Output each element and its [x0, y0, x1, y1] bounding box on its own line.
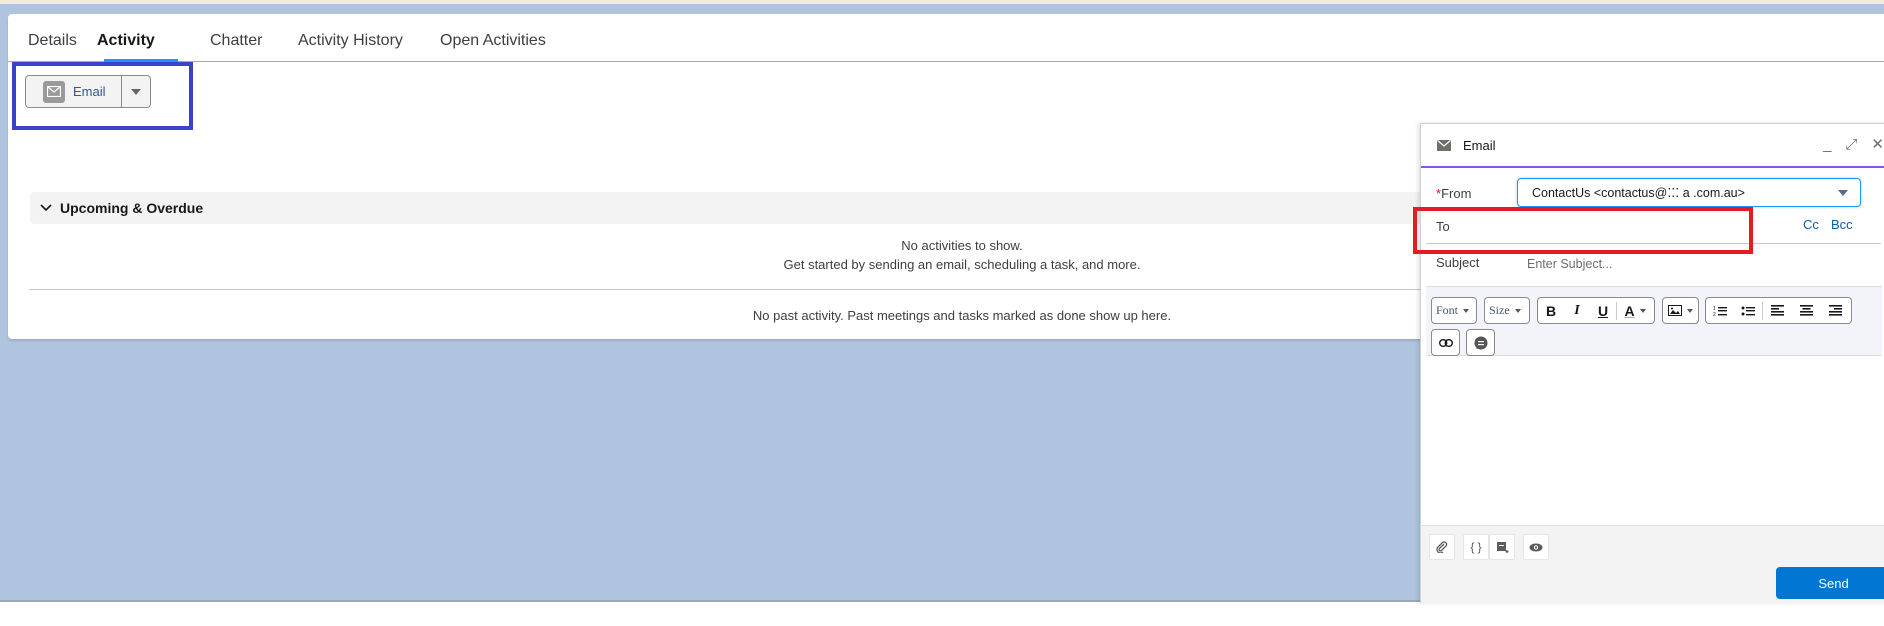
chevron-down-icon — [131, 88, 141, 95]
email-split-button: Email — [25, 75, 151, 108]
section-title: Upcoming & Overdue — [60, 200, 204, 216]
cc-link[interactable]: Cc — [1803, 217, 1819, 232]
email-icon — [43, 80, 65, 103]
chevron-down-icon — [1463, 308, 1470, 313]
email-icon — [1437, 139, 1451, 151]
svg-text:2: 2 — [1713, 312, 1716, 317]
chevron-down-icon — [40, 204, 52, 212]
chevron-down-icon — [1639, 308, 1646, 313]
expand-icon[interactable]: ⤢ — [1845, 136, 1857, 154]
from-label-text: From — [1441, 186, 1472, 201]
tab-activity-history[interactable]: Activity History — [298, 32, 403, 50]
numbered-list-icon[interactable]: 12 — [1706, 298, 1734, 323]
template-icon[interactable] — [1489, 534, 1515, 560]
link-icon — [1432, 330, 1459, 355]
subject-label: Subject — [1436, 255, 1480, 270]
image-icon — [1663, 298, 1698, 323]
composer-title: Email — [1463, 137, 1496, 153]
size-select[interactable]: Size — [1484, 297, 1530, 324]
format-group: B I U A — [1537, 297, 1655, 324]
send-button[interactable]: Send — [1776, 567, 1884, 599]
link-button[interactable] — [1431, 329, 1460, 356]
tab-chatter[interactable]: Chatter — [210, 32, 262, 50]
text-color-button[interactable]: A — [1617, 298, 1653, 323]
bulleted-list-icon[interactable] — [1734, 298, 1762, 323]
image-button[interactable] — [1662, 297, 1699, 324]
quick-text-button[interactable] — [1466, 329, 1495, 356]
tab-activity[interactable]: Activity — [97, 32, 155, 50]
chevron-down-icon — [1514, 308, 1521, 313]
text-color-label: A — [1624, 302, 1635, 319]
size-label: Size — [1489, 303, 1510, 317]
list-align-group: 12 — [1705, 297, 1852, 324]
preview-icon[interactable] — [1523, 534, 1549, 560]
email-body-editor[interactable] — [1426, 357, 1882, 523]
chevron-down-icon — [1687, 308, 1693, 313]
to-field[interactable] — [1451, 216, 1811, 240]
tab-details[interactable]: Details — [28, 32, 77, 50]
align-left-icon[interactable] — [1763, 298, 1792, 323]
underline-button[interactable]: U — [1590, 298, 1616, 323]
subject-field[interactable] — [1527, 254, 1867, 274]
record-tabs: Details Activity Chatter Activity Histor… — [8, 14, 1884, 62]
quick-text-icon — [1467, 330, 1494, 355]
attach-icon[interactable] — [1429, 534, 1455, 560]
bold-button[interactable]: B — [1538, 298, 1564, 323]
rich-text-toolbar: Font Size B I U A 12 — [1426, 286, 1882, 356]
active-tab-indicator — [104, 59, 178, 62]
tab-open-activities[interactable]: Open Activities — [440, 32, 546, 50]
email-button-label: Email — [73, 84, 106, 99]
chevron-down-icon — [1838, 190, 1848, 196]
composer-header: Email _ ⤢ ✕ — [1421, 124, 1884, 168]
font-select[interactable]: Font — [1431, 297, 1477, 324]
minimize-icon[interactable]: _ — [1823, 136, 1831, 154]
to-divider — [1426, 243, 1881, 244]
email-more-dropdown[interactable] — [122, 76, 150, 107]
to-label: To — [1436, 219, 1450, 234]
bcc-link[interactable]: Bcc — [1831, 217, 1853, 232]
merge-field-icon[interactable]: { } — [1463, 534, 1489, 560]
font-label: Font — [1436, 303, 1459, 317]
email-composer: Email _ ⤢ ✕ *From ContactUs <contactus@⁚… — [1420, 123, 1884, 604]
align-center-icon[interactable] — [1792, 298, 1821, 323]
composer-footer: { } Send — [1421, 525, 1884, 604]
email-button[interactable]: Email — [26, 76, 122, 107]
close-icon[interactable]: ✕ — [1871, 136, 1884, 154]
from-label: *From — [1436, 186, 1471, 201]
composer-actions: _ ⤢ ✕ — [1823, 136, 1884, 154]
from-select[interactable]: ContactUs <contactus@⁚⁚⁚ a .com.au> — [1517, 178, 1861, 207]
italic-button[interactable]: I — [1564, 298, 1590, 323]
align-right-icon[interactable] — [1821, 298, 1850, 323]
from-value: ContactUs <contactus@⁚⁚⁚ a .com.au> — [1532, 186, 1745, 200]
